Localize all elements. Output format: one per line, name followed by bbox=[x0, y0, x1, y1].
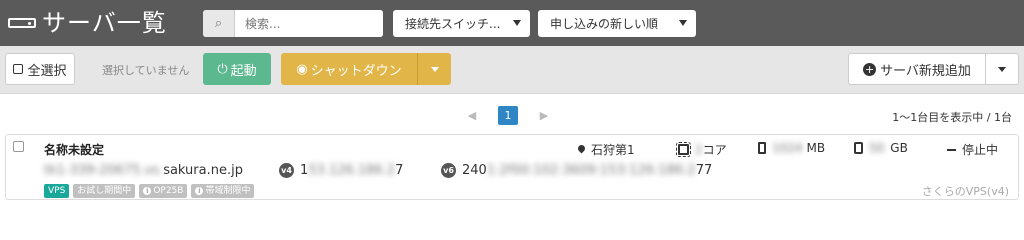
status-badge: i OP25B bbox=[139, 184, 188, 198]
ipv4-prefix: 1 bbox=[300, 163, 309, 178]
shutdown-menu-button[interactable] bbox=[417, 53, 451, 85]
action-toolbar: 全選択 選択していません ⏻ 起動 ◉ シャットダウン + サーバ新規追加 bbox=[0, 46, 1024, 94]
ipv6-prefix: 240 bbox=[462, 163, 487, 178]
search-input[interactable] bbox=[235, 10, 383, 37]
status-badge: i 帯域制限中 bbox=[191, 184, 255, 198]
server-checkbox[interactable] bbox=[13, 141, 24, 152]
select-all-button[interactable]: 全選択 bbox=[5, 53, 75, 85]
chevron-down-icon bbox=[679, 20, 687, 26]
ipv4-suffix: 7 bbox=[395, 163, 404, 178]
selection-status: 選択していません bbox=[102, 64, 190, 77]
memory-icon bbox=[758, 142, 766, 154]
shutdown-label: シャットダウン bbox=[310, 63, 402, 79]
stop-circle-icon: ◉ bbox=[296, 61, 308, 77]
plus-icon: + bbox=[863, 62, 877, 76]
shutdown-button[interactable]: ◉ シャットダウン bbox=[281, 53, 417, 85]
page-number[interactable]: 1 bbox=[498, 106, 518, 125]
hostname-domain: sakura.ne.jp bbox=[163, 163, 243, 178]
server-memory: 1024 MB bbox=[758, 141, 825, 155]
add-server-label: サーバ新規追加 bbox=[880, 63, 971, 79]
sort-select[interactable]: 申し込みの新しい順 bbox=[538, 10, 696, 37]
location-label: 石狩第1 bbox=[591, 143, 635, 157]
badge-label: OP25B bbox=[153, 186, 184, 196]
memory-masked: 1024 bbox=[772, 141, 803, 155]
status-label: 停止中 bbox=[962, 143, 999, 157]
server-icon bbox=[8, 18, 36, 28]
cpu-unit: コア bbox=[702, 143, 727, 157]
info-icon: i bbox=[143, 187, 152, 195]
sort-label: 申し込みの新しい順 bbox=[550, 17, 659, 31]
stopped-icon bbox=[947, 148, 956, 151]
server-location: 石狩第1 bbox=[578, 141, 635, 158]
ipv6-suffix: 77 bbox=[695, 163, 713, 178]
search-box: ⌕ bbox=[203, 10, 383, 37]
disk-unit: GB bbox=[890, 141, 908, 155]
chevron-down-icon bbox=[513, 20, 521, 26]
add-server-button[interactable]: + サーバ新規追加 bbox=[848, 53, 986, 85]
cpu-count-masked: 2 bbox=[695, 142, 703, 157]
status-badge: お試し期間中 bbox=[73, 184, 136, 198]
start-button[interactable]: ⏻ 起動 bbox=[203, 53, 271, 85]
server-tags: VPS お試し期間中 i OP25B i 帯域制限中 bbox=[44, 184, 255, 198]
chevron-down-icon bbox=[998, 66, 1006, 72]
server-status: 停止中 bbox=[947, 141, 998, 158]
ipv6-masked: 1:2f00:102:3609:153:126:186:2 bbox=[486, 163, 696, 178]
connect-switch-select[interactable]: 接続先スイッチ... bbox=[393, 10, 530, 37]
server-hostname: tk1-339-20675.vs.sakura.ne.jp bbox=[44, 163, 243, 178]
memory-unit: MB bbox=[806, 141, 826, 155]
chevron-down-icon bbox=[430, 66, 439, 72]
server-card[interactable]: 名称未設定 tk1-339-20675.vs.sakura.ne.jp v4 1… bbox=[5, 134, 1019, 200]
add-server-menu-button[interactable] bbox=[985, 53, 1019, 85]
ipv4-icon: v4 bbox=[279, 163, 294, 178]
ipv6-address: v6 240 1:2f00:102:3609:153:126:186:2 77 bbox=[441, 163, 712, 178]
app-header: サーバ一覧 ⌕ 接続先スイッチ... 申し込みの新しい順 bbox=[0, 0, 1024, 46]
start-label: 起動 bbox=[230, 63, 257, 79]
status-badge: VPS bbox=[44, 184, 70, 198]
disk-icon bbox=[854, 142, 863, 154]
server-plan: さくらのVPS(v4) bbox=[921, 185, 1009, 198]
badge-label: 帯域制限中 bbox=[205, 186, 251, 196]
info-icon: i bbox=[195, 187, 204, 195]
prev-page-icon[interactable]: ◀ bbox=[460, 109, 484, 122]
next-page-icon[interactable]: ▶ bbox=[532, 109, 556, 122]
ipv6-icon: v6 bbox=[441, 163, 456, 178]
power-icon: ⏻ bbox=[217, 61, 228, 77]
server-cpu: 2 コア bbox=[676, 141, 727, 158]
search-icon[interactable]: ⌕ bbox=[203, 10, 235, 37]
cpu-icon bbox=[676, 142, 691, 157]
checkbox-icon bbox=[13, 64, 24, 74]
server-disk: 50 GB bbox=[854, 141, 908, 155]
select-all-label: 全選択 bbox=[27, 63, 67, 79]
hostname-masked: tk1-339-20675.vs. bbox=[44, 163, 164, 178]
page-title: サーバ一覧 bbox=[42, 9, 167, 37]
map-pin-icon bbox=[578, 145, 585, 155]
pagination: ◀ 1 ▶ bbox=[460, 106, 556, 125]
result-range: 1〜1台目を表示中 / 1台 bbox=[892, 111, 1012, 124]
server-name: 名称未設定 bbox=[44, 143, 105, 157]
disk-masked: 50 bbox=[869, 141, 885, 155]
ipv4-masked: 53.126.186.2 bbox=[308, 163, 396, 178]
ipv4-address: v4 1 53.126.186.2 7 bbox=[279, 163, 403, 178]
connect-switch-label: 接続先スイッチ... bbox=[405, 17, 501, 31]
